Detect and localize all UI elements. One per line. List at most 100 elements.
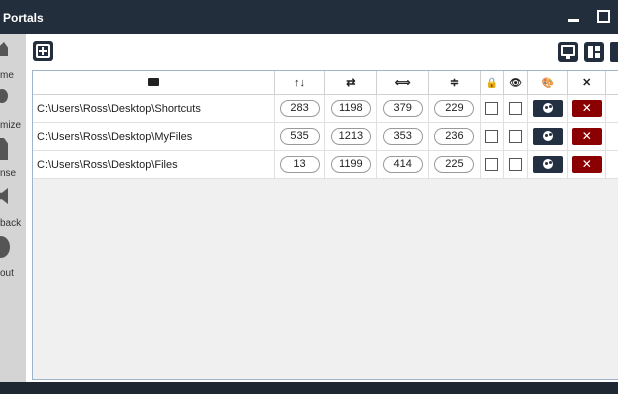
table-row: C:\Users\Ross\Desktop\Files 13 1199 414 …: [33, 150, 618, 179]
visible-cell: [503, 150, 529, 179]
height-field[interactable]: 236: [434, 128, 475, 145]
add-portal-button[interactable]: [33, 41, 53, 61]
x-field[interactable]: 1198: [330, 100, 371, 117]
height-cell: 225: [428, 150, 481, 179]
palette-icon: [542, 131, 553, 141]
close-icon: ✕: [582, 77, 592, 89]
height-field[interactable]: 225: [434, 156, 475, 173]
lock-column-header[interactable]: 🔒: [480, 71, 504, 95]
height-cell: 229: [428, 94, 481, 123]
maximize-icon[interactable]: [596, 8, 612, 24]
height-cell: 236: [428, 122, 481, 151]
visible-column-header[interactable]: 👁: [503, 71, 529, 95]
extra-button[interactable]: [610, 42, 618, 62]
portal-path[interactable]: C:\Users\Ross\Desktop\MyFiles: [33, 122, 275, 151]
delete-button[interactable]: ✕: [571, 156, 602, 173]
table-row: C:\Users\Ross\Desktop\Shortcuts 283 1198…: [33, 94, 618, 123]
height-field[interactable]: 229: [434, 100, 475, 117]
width-cell: 414: [376, 150, 430, 179]
width-field[interactable]: 414: [382, 156, 423, 173]
folder-icon: [147, 77, 159, 86]
color-cell: [527, 150, 569, 179]
layout-icon: [588, 46, 600, 58]
lock-checkbox[interactable]: [485, 158, 499, 171]
portal-path[interactable]: C:\Users\Ross\Desktop\Shortcuts: [33, 94, 275, 123]
main-content: ↑↓ ⇄ ⟺ ≑ 🔒 👁 🎨 ✕ C:\Users\Ross\Desktop\S…: [26, 34, 618, 382]
x-field[interactable]: 1199: [330, 156, 371, 173]
add-portal-icon: [36, 44, 50, 58]
y-field[interactable]: 283: [279, 100, 320, 117]
delete-button[interactable]: ✕: [571, 100, 602, 117]
sidebar-item-feedback[interactable]: back: [0, 184, 26, 229]
sidebar: me mize nse back out: [0, 34, 26, 382]
sidebar-item-customize[interactable]: mize: [0, 87, 26, 132]
width-field[interactable]: 379: [382, 100, 423, 117]
eye-icon: 👁: [509, 77, 522, 89]
x-cell: 1199: [324, 150, 378, 179]
visible-checkbox[interactable]: [509, 102, 523, 115]
palette-icon: [542, 159, 553, 169]
width-icon: ⟺: [394, 77, 411, 89]
palette-icon: [542, 103, 553, 113]
bottom-bar: [0, 382, 618, 394]
x-cell: 1213: [324, 122, 378, 151]
visible-cell: [503, 94, 529, 123]
sidebar-item-label: me: [0, 70, 14, 81]
height-column-header[interactable]: ≑: [428, 71, 481, 95]
x-field[interactable]: 1213: [330, 128, 371, 145]
palette-icon: 🎨: [541, 77, 555, 89]
color-cell: [527, 94, 569, 123]
x-cell: 1198: [324, 94, 378, 123]
window-title: Portals: [3, 11, 44, 25]
minimize-icon[interactable]: [566, 8, 582, 24]
visible-checkbox[interactable]: [509, 130, 523, 143]
monitor-button[interactable]: [558, 42, 578, 62]
width-field[interactable]: 353: [382, 128, 423, 145]
sidebar-item-about[interactable]: out: [0, 232, 26, 279]
visible-checkbox[interactable]: [509, 158, 523, 171]
lock-checkbox[interactable]: [485, 102, 499, 115]
palette-icon: [0, 89, 8, 103]
color-column-header[interactable]: 🎨: [527, 71, 569, 95]
sidebar-item-home[interactable]: me: [0, 34, 26, 81]
lock-cell: [480, 150, 504, 179]
spacer-cell: [605, 122, 618, 151]
width-column-header[interactable]: ⟺: [376, 71, 430, 95]
sidebar-item-label: back: [0, 218, 22, 229]
sidebar-item-label: out: [0, 268, 14, 279]
table-header-row: ↑↓ ⇄ ⟺ ≑ 🔒 👁 🎨 ✕: [33, 71, 618, 95]
title-bar: Portals: [0, 0, 618, 34]
y-cell: 283: [274, 94, 326, 123]
sidebar-item-label: mize: [0, 120, 22, 131]
y-field[interactable]: 535: [279, 128, 320, 145]
portal-path[interactable]: C:\Users\Ross\Desktop\Files: [33, 150, 275, 179]
spacer-cell: [605, 150, 618, 179]
sidebar-item-label: nse: [0, 168, 17, 179]
about-icon: [0, 236, 10, 258]
delete-cell: ✕: [567, 94, 607, 123]
table-row: C:\Users\Ross\Desktop\MyFiles 535 1213 3…: [33, 122, 618, 151]
color-cell: [527, 122, 569, 151]
lock-cell: [480, 94, 504, 123]
y-cell: 13: [274, 150, 326, 179]
width-cell: 353: [376, 122, 430, 151]
color-button[interactable]: [532, 100, 563, 117]
delete-button[interactable]: ✕: [571, 128, 602, 145]
width-cell: 379: [376, 94, 430, 123]
delete-column-header[interactable]: ✕: [567, 71, 607, 95]
x-column-header[interactable]: ⇄: [324, 71, 378, 95]
color-button[interactable]: [532, 156, 563, 173]
monitor-icon: [561, 45, 575, 59]
horizontal-arrows-icon: ⇄: [346, 77, 356, 89]
visible-cell: [503, 122, 529, 151]
sidebar-item-license[interactable]: nse: [0, 136, 26, 181]
lock-icon: 🔒: [485, 77, 498, 89]
color-button[interactable]: [532, 128, 563, 145]
height-icon: ≑: [449, 77, 460, 89]
delete-cell: ✕: [567, 150, 607, 179]
layout-button[interactable]: [584, 42, 604, 62]
y-column-header[interactable]: ↑↓: [274, 71, 326, 95]
y-field[interactable]: 13: [279, 156, 320, 173]
lock-checkbox[interactable]: [485, 130, 499, 143]
folder-column-header[interactable]: [33, 71, 275, 95]
